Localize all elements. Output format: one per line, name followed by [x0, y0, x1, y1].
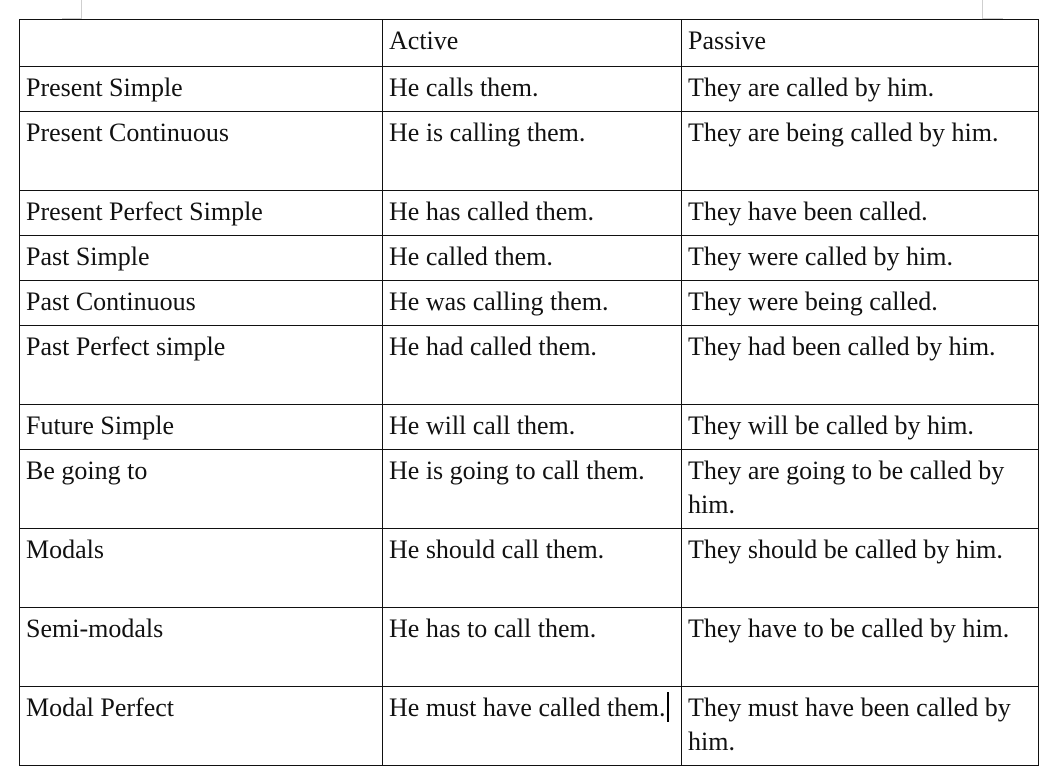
active-cell-text: He must have called them.	[389, 693, 666, 722]
active-passive-table: Active Passive Present Simple He calls t…	[19, 19, 1039, 766]
page-corner-mark-top-right	[982, 0, 1003, 19]
tense-cell[interactable]: Past Perfect simple	[19, 325, 383, 405]
passive-cell[interactable]: They are going to be called by him.	[681, 449, 1039, 529]
table-row: Modals He should call them. They should …	[19, 528, 1039, 608]
passive-cell[interactable]: They were called by him.	[681, 235, 1039, 281]
tense-cell[interactable]: Modal Perfect	[19, 686, 383, 766]
tense-cell[interactable]: Present Perfect Simple	[19, 190, 383, 236]
active-cell[interactable]: He is calling them.	[382, 111, 682, 191]
active-cell[interactable]: He was calling them.	[382, 280, 682, 326]
passive-cell[interactable]: They will be called by him.	[681, 404, 1039, 450]
table-row: Modal Perfect He must have called them. …	[19, 686, 1039, 766]
tense-cell[interactable]: Modals	[19, 528, 383, 608]
tense-cell[interactable]: Semi-modals	[19, 607, 383, 687]
active-cell[interactable]: He has called them.	[382, 190, 682, 236]
active-cell[interactable]: He called them.	[382, 235, 682, 281]
tense-cell[interactable]: Future Simple	[19, 404, 383, 450]
tense-cell[interactable]: Be going to	[19, 449, 383, 529]
table-row: Future Simple He will call them. They wi…	[19, 404, 1039, 450]
passive-cell[interactable]: They must have been called by him.	[681, 686, 1039, 766]
table-row: Present Simple He calls them. They are c…	[19, 66, 1039, 112]
passive-cell[interactable]: They had been called by him.	[681, 325, 1039, 405]
active-cell[interactable]: He has to call them.	[382, 607, 682, 687]
passive-cell[interactable]: They are being called by him.	[681, 111, 1039, 191]
header-cell-tense[interactable]	[19, 19, 383, 67]
table-row: Past Perfect simple He had called them. …	[19, 325, 1039, 405]
passive-cell[interactable]: They should be called by him.	[681, 528, 1039, 608]
passive-cell[interactable]: They have to be called by him.	[681, 607, 1039, 687]
passive-cell[interactable]: They were being called.	[681, 280, 1039, 326]
table-row: Be going to He is going to call them. Th…	[19, 449, 1039, 529]
tense-cell[interactable]: Present Simple	[19, 66, 383, 112]
header-cell-passive[interactable]: Passive	[681, 19, 1039, 67]
passive-cell[interactable]: They are called by him.	[681, 66, 1039, 112]
header-row: Active Passive	[19, 19, 1039, 67]
header-cell-active[interactable]: Active	[382, 19, 682, 67]
active-cell[interactable]: He calls them.	[382, 66, 682, 112]
table-row: Present Perfect Simple He has called the…	[19, 190, 1039, 236]
table-row: Past Continuous He was calling them. The…	[19, 280, 1039, 326]
passive-cell[interactable]: They have been called.	[681, 190, 1039, 236]
active-cell-with-cursor[interactable]: He must have called them.	[382, 686, 682, 766]
active-cell[interactable]: He should call them.	[382, 528, 682, 608]
text-cursor	[666, 692, 669, 722]
tense-cell[interactable]: Past Continuous	[19, 280, 383, 326]
page-corner-mark-top-left	[62, 0, 82, 19]
table-row: Past Simple He called them. They were ca…	[19, 235, 1039, 281]
table-row: Present Continuous He is calling them. T…	[19, 111, 1039, 191]
active-cell[interactable]: He had called them.	[382, 325, 682, 405]
tense-cell[interactable]: Present Continuous	[19, 111, 383, 191]
table-row: Semi-modals He has to call them. They ha…	[19, 607, 1039, 687]
tense-cell[interactable]: Past Simple	[19, 235, 383, 281]
active-cell[interactable]: He is going to call them.	[382, 449, 682, 529]
active-cell[interactable]: He will call them.	[382, 404, 682, 450]
